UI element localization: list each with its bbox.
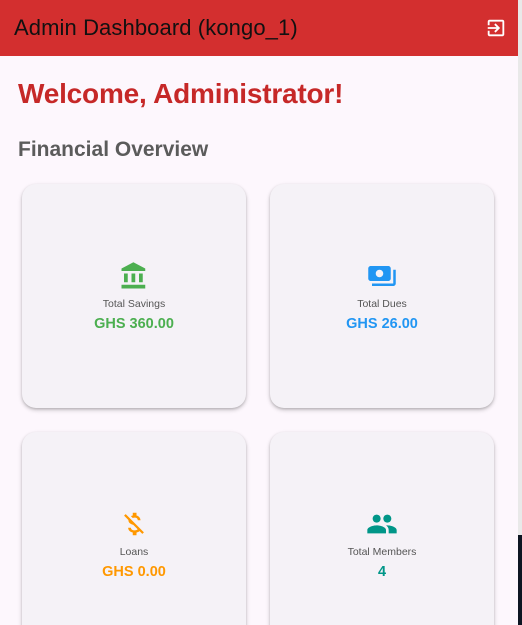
card-value: GHS 360.00	[94, 316, 174, 332]
total-dues-card[interactable]: Total Dues GHS 26.00	[270, 184, 494, 408]
bank-icon	[118, 260, 150, 292]
window-edge-dark	[518, 535, 522, 625]
total-savings-card[interactable]: Total Savings GHS 360.00	[22, 184, 246, 408]
people-icon	[366, 508, 398, 540]
logout-button[interactable]	[482, 14, 510, 42]
card-value: 4	[377, 564, 387, 580]
app-screen: Admin Dashboard (kongo_1) Welcome, Admin…	[0, 0, 518, 625]
window-edge	[518, 0, 522, 625]
card-label: Total Savings	[102, 298, 166, 310]
logout-icon	[487, 19, 505, 37]
section-title: Financial Overview	[18, 138, 209, 161]
card-label: Total Members	[347, 546, 417, 558]
payments-icon	[366, 260, 398, 292]
money-off-icon	[118, 508, 150, 540]
welcome-heading: Welcome, Administrator!	[18, 78, 344, 109]
loans-card[interactable]: Loans GHS 0.00	[22, 432, 246, 625]
card-label: Loans	[119, 546, 149, 558]
app-bar-title: Admin Dashboard (kongo_1)	[14, 15, 298, 40]
card-value: GHS 0.00	[102, 564, 166, 580]
card-label: Total Dues	[357, 298, 407, 310]
total-members-card[interactable]: Total Members 4	[270, 432, 494, 625]
app-bar: Admin Dashboard (kongo_1)	[0, 0, 518, 56]
card-value: GHS 26.00	[346, 316, 418, 332]
